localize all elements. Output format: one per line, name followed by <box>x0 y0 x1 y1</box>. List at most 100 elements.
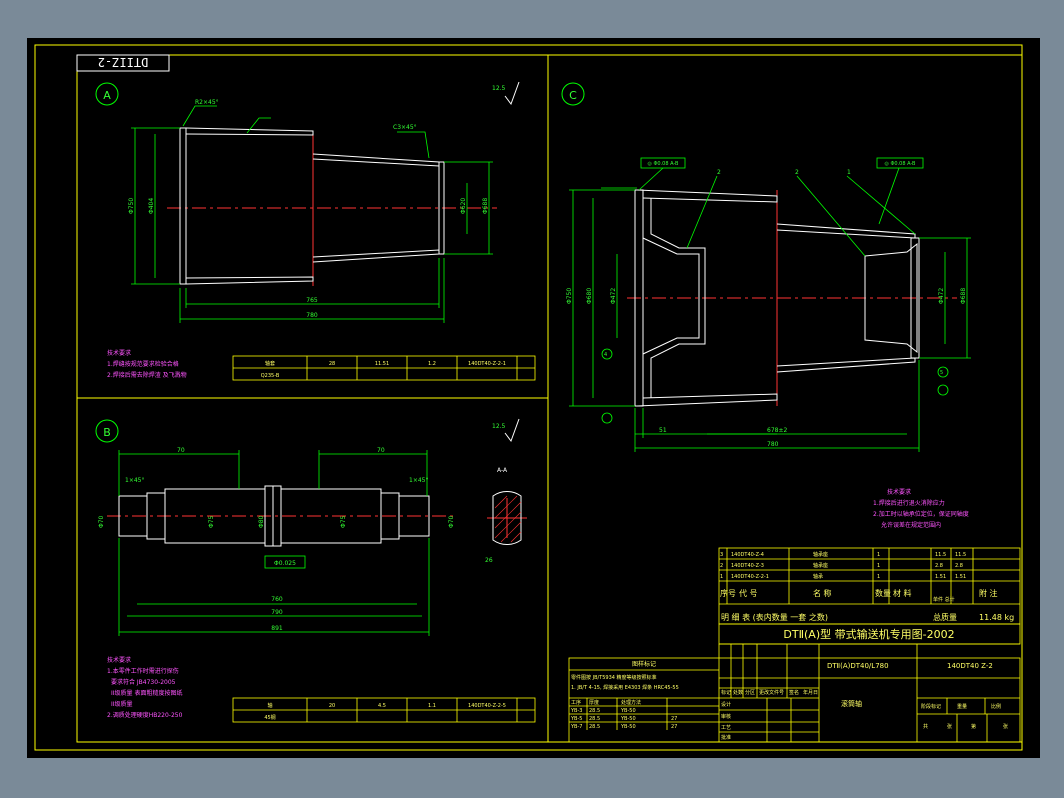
sign-l4: 签名 <box>789 689 799 696</box>
bom-r3-name: 轴承 <box>813 573 823 580</box>
dim-a-c1: R2×45° <box>195 99 219 106</box>
notice-line-1: 零件图按 JB/T5934 精度等级按照标准 <box>571 674 657 681</box>
dim-b-len2: 70 <box>377 447 385 454</box>
dim-a-d1: Φ750 <box>128 198 135 214</box>
bom-r1-w1: 11.5 <box>935 552 946 558</box>
dim-b-d3: Φ80 <box>258 515 265 528</box>
sheet-3: 张 <box>1003 723 1008 730</box>
notes-b-line-4: II级质量 <box>111 700 133 708</box>
stage-0: 阶段标记 <box>921 703 941 710</box>
table-b-r0c3: 1.1 <box>428 703 436 709</box>
bom-h-mat: 材 料 <box>893 588 912 598</box>
dim-c-l2: 678±2 <box>767 427 787 434</box>
dim-c-d6: Φ688 <box>960 288 967 304</box>
drawing-title: DTⅡ(A)型 带式输送机专用图-2002 <box>783 627 954 641</box>
part-name: 滚筒轴 <box>841 699 862 708</box>
bom-r1-name: 轴承座 <box>813 551 828 558</box>
dim-c-d2: Φ680 <box>586 288 593 304</box>
bom-r3-qty: 1 <box>877 574 880 580</box>
table-a-r0c1: 28 <box>329 361 335 367</box>
sub-r2c0: YB-5 <box>570 716 582 722</box>
bom-r2-code: 140DT40-Z-3 <box>731 563 764 569</box>
sheet-2: 第 <box>971 723 976 730</box>
sign-l2: 分区 <box>745 689 755 696</box>
notice-line-2: 1. JB/T 4-15, 焊接采用 E4303 焊条 HRC45-55 <box>571 684 679 691</box>
table-a-r1c0: Q235-B <box>261 373 280 379</box>
bom-r1-w2: 11.5 <box>955 552 966 558</box>
bom-r2-qty: 1 <box>877 563 880 569</box>
sign-l3: 更改文件号 <box>759 689 784 696</box>
sign-l0: 标记 <box>721 689 731 696</box>
table-a-r0c3: 1.2 <box>428 361 436 367</box>
dim-c-l3: 780 <box>767 441 779 448</box>
dim-b-c1: 1×45° <box>125 477 144 484</box>
dim-b-mid: 760 <box>271 596 283 603</box>
view-a: A 12.5 Φ750 Φ404 Φ620 Φ688 765 780 R2×45… <box>95 81 536 381</box>
table-b-r1c0: 45钢 <box>264 714 275 721</box>
dim-b-d5: Φ70 <box>448 515 455 528</box>
notes-a-line-1: 1.焊缝按规范要求检验合格 <box>107 360 179 368</box>
dim-c-l1: 51 <box>659 427 667 434</box>
role-2: 工艺 <box>721 725 731 731</box>
bom-r3-w1: 1.51 <box>935 574 946 580</box>
sub-r2c1: 28.5 <box>589 716 600 722</box>
role-3: 批准 <box>721 734 731 741</box>
table-a-r0c4: 140DT40-Z-2-1 <box>468 361 506 367</box>
sub-r1c1: 28.5 <box>589 708 600 714</box>
title-block: DTⅡ(A)型 带式输送机专用图-2002 DTⅡ(A)DT40/L780 14… <box>568 623 1021 743</box>
bom-r2-w2: 2.8 <box>955 563 963 569</box>
bom-r3-code: 140DT40-Z-2-1 <box>731 574 769 580</box>
balloon-c-2: 2 <box>795 169 799 176</box>
table-a-r0c0: 轴套 <box>265 360 275 367</box>
sheet-1: 张 <box>947 723 952 730</box>
sub-r3c0: YB-7 <box>570 724 582 730</box>
notes-c-line-1: 1.焊接后进行退火消除应力 <box>873 499 945 507</box>
dim-b-len1: 70 <box>177 447 185 454</box>
view-a-label: A <box>103 89 111 102</box>
dim-a-d3: Φ620 <box>460 198 467 214</box>
sub-r0c2: 处理方法 <box>621 699 641 706</box>
bom-h-name: 名 称 <box>813 588 832 598</box>
dim-b-overall: 891 <box>271 625 283 632</box>
balloon-c-3: 1 <box>847 169 851 176</box>
sub-r2c3: 27 <box>671 716 677 722</box>
dim-c-d1: Φ750 <box>566 288 573 304</box>
notes-b-line-2: 要求符合 JB4730-2005 <box>111 678 176 686</box>
tol-box-b: Φ0.025 <box>274 560 296 567</box>
dim-a-d2: Φ404 <box>148 198 155 214</box>
stage-2: 比例 <box>991 703 1001 710</box>
dim-a-d4: Φ688 <box>482 198 489 214</box>
section-width: 26 <box>485 557 493 564</box>
sub-r2c2: YB-50 <box>620 716 636 722</box>
dim-b-d4: Φ75 <box>340 515 347 528</box>
section-label: A-A <box>497 467 508 474</box>
drawing-sheet: DTIIZ-2 A 12.5 Φ750 Φ404 Φ620 Φ688 765 7… <box>27 38 1040 758</box>
sub-r3c2: YB-50 <box>620 724 636 730</box>
view-b: B 12.5 70 70 760 790 891 1×45° 1×45° Φ70… <box>95 418 536 723</box>
balloon-c-5: 5 <box>940 370 943 376</box>
bom-detail-title: 明 细 表 (表内数量 一套 之数) <box>721 612 828 622</box>
notes-b-line-3: II级质量 表面粗糙度按图纸 <box>111 689 182 697</box>
view-c: C ◎ Φ0.08 A-B ◎ Φ0.08 A-B 2 2 1 4 5 Φ750… <box>561 82 971 529</box>
notes-b-line-5: 2.调质处理硬度HB220-250 <box>107 711 183 719</box>
bom-h-qty: 数量 <box>875 588 891 598</box>
view-c-label: C <box>569 89 577 102</box>
dim-b-c2: 1×45° <box>409 477 428 484</box>
bom-r3-w2: 1.51 <box>955 574 966 580</box>
drawing-number: 140DT40 Z-2 <box>947 662 993 670</box>
notes-c-line-2: 2.加工时以轴承位定位，保证同轴度 <box>873 510 969 518</box>
balloon-c-1: 2 <box>717 169 721 176</box>
dim-a-c2: C3×45° <box>393 124 417 131</box>
notes-b-line-1: 1.本零件工作时需进行探伤 <box>107 667 179 675</box>
table-b-r0c0: 轴 <box>267 702 272 709</box>
bom-r1-code: 140DT40-Z-4 <box>731 552 764 558</box>
bom-total-weight: 11.48 kg <box>979 613 1014 622</box>
dim-b-d1: Φ70 <box>98 515 105 528</box>
bom-h-code: 代 号 <box>739 588 758 598</box>
tol-box-c-2: ◎ Φ0.08 A-B <box>885 161 917 167</box>
notes-c-title: 技术要求 <box>887 488 911 496</box>
dim-c-d4: Φ472 <box>938 288 945 304</box>
notes-c-line-3: 允许误差在规定范围内 <box>881 521 941 529</box>
bom-r1-no: 3 <box>720 552 723 558</box>
bom-h-no: 序号 <box>720 588 736 598</box>
